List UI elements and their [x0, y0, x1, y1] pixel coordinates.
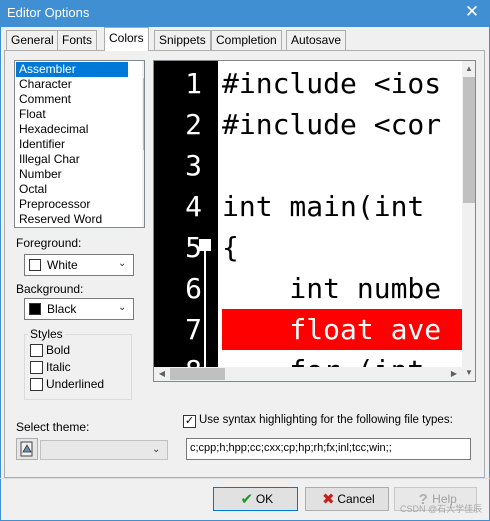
foreground-swatch — [29, 259, 41, 271]
title-bar: Editor Options ✕ — [0, 0, 490, 27]
cancel-icon: ✖ — [322, 490, 335, 508]
tab-fonts[interactable]: Fonts — [57, 30, 98, 50]
editor-horizontal-scrollbar[interactable]: ◀ ▶ — [154, 367, 462, 381]
code-line: int numbe — [222, 272, 442, 305]
tab-completion[interactable]: Completion — [211, 30, 282, 50]
list-item[interactable]: Float — [16, 107, 128, 122]
list-item[interactable]: Identifier — [16, 137, 128, 152]
chevron-down-icon: ⌄ — [152, 444, 161, 455]
chevron-down-icon: ⌄ — [118, 258, 127, 269]
element-listbox[interactable]: Assembler Character Comment Float Hexade… — [14, 60, 145, 228]
list-item[interactable]: Reserved Word — [16, 212, 128, 227]
scroll-up-icon[interactable]: ▲ — [142, 61, 144, 77]
cancel-button[interactable]: ✖ Cancel — [305, 487, 389, 511]
tab-general[interactable]: General — [6, 30, 59, 50]
foreground-label: Foreground: — [16, 236, 82, 250]
scroll-up-icon[interactable]: ▲ — [461, 61, 475, 77]
palette-icon — [20, 441, 33, 457]
select-theme-label: Select theme: — [16, 420, 90, 434]
styles-label: Styles — [28, 327, 65, 341]
foreground-select[interactable]: White ⌄ — [24, 254, 134, 276]
editor-vertical-scrollbar[interactable]: ▲ ▼ — [461, 61, 475, 381]
syntax-highlighting-label: Use syntax highlighting for the followin… — [199, 414, 453, 426]
tab-colors[interactable]: Colors — [104, 27, 149, 51]
scroll-left-icon[interactable]: ◀ — [154, 366, 170, 381]
scroll-down-icon[interactable]: ▼ — [142, 211, 144, 227]
bold-label: Bold — [46, 343, 71, 357]
code-line: { — [222, 231, 239, 264]
theme-select[interactable]: ⌄ — [40, 440, 168, 460]
window-title: Editor Options — [7, 5, 90, 20]
code-line: int main(int — [222, 190, 425, 223]
background-select[interactable]: Black ⌄ — [24, 298, 134, 320]
list-scrollbar[interactable]: ▲ ▼ — [142, 61, 144, 227]
checkmark-icon: ✔ — [240, 490, 254, 508]
line-number-gutter: 1 2 3 4 5 6 7 8 — [154, 61, 218, 381]
list-item[interactable]: Illegal Char — [16, 152, 128, 167]
list-item[interactable]: Assembler — [16, 62, 128, 77]
check-icon: ✓ — [184, 415, 195, 427]
code-preview[interactable]: 1 2 3 4 5 6 7 8 #include <ios #include <… — [153, 60, 476, 382]
line-number: 6 — [185, 272, 202, 305]
fold-line — [204, 244, 206, 381]
cancel-label: Cancel — [337, 492, 375, 506]
list-item[interactable]: Hexadecimal — [16, 122, 128, 137]
tab-autosave[interactable]: Autosave — [286, 30, 347, 50]
scroll-right-icon[interactable]: ▶ — [446, 366, 462, 381]
theme-icon[interactable] — [16, 438, 38, 460]
line-number: 2 — [185, 108, 202, 141]
underlined-checkbox[interactable] — [30, 378, 43, 391]
list-item[interactable]: Preprocessor — [16, 197, 128, 212]
editor-hscroll-thumb[interactable] — [170, 368, 225, 380]
watermark: CSDN @石大学佳辰 — [400, 504, 483, 514]
line-number: 4 — [185, 190, 202, 223]
list-item[interactable]: Octal — [16, 182, 128, 197]
bold-checkbox[interactable] — [30, 344, 43, 357]
line-number: 3 — [185, 149, 202, 182]
background-value: Black — [47, 302, 77, 316]
list-item[interactable]: Character — [16, 77, 128, 92]
close-icon[interactable]: ✕ — [462, 1, 482, 23]
line-number: 5 — [185, 231, 202, 264]
code-line: #include <cor — [222, 108, 442, 141]
list-scroll-thumb[interactable] — [143, 78, 144, 150]
syntax-highlighting-checkbox[interactable]: ✓ — [183, 415, 196, 428]
italic-checkbox[interactable] — [30, 361, 43, 374]
background-swatch — [29, 303, 41, 315]
list-item[interactable]: Number — [16, 167, 128, 182]
line-number: 1 — [185, 67, 202, 100]
editor-scroll-thumb[interactable] — [463, 77, 475, 203]
code-line: #include <ios — [222, 67, 442, 100]
divider — [0, 478, 490, 479]
file-types-input[interactable]: c;cpp;h;hpp;cc;cxx;cp;hp;rh;fx;inl;tcc;w… — [186, 438, 471, 460]
italic-label: Italic — [46, 360, 71, 374]
chevron-down-icon: ⌄ — [118, 302, 127, 313]
code-line-highlighted: float ave — [222, 309, 462, 350]
scroll-down-icon[interactable]: ▼ — [461, 365, 475, 381]
line-number: 7 — [185, 313, 202, 346]
list-item[interactable]: Comment — [16, 92, 128, 107]
foreground-value: White — [47, 258, 78, 272]
ok-label: OK — [255, 492, 274, 506]
tab-snippets[interactable]: Snippets — [154, 30, 211, 50]
background-label: Background: — [16, 282, 84, 296]
underlined-label: Underlined — [46, 377, 105, 391]
fold-marker-icon[interactable] — [199, 239, 211, 251]
ok-button[interactable]: ✔ OK — [213, 487, 298, 511]
